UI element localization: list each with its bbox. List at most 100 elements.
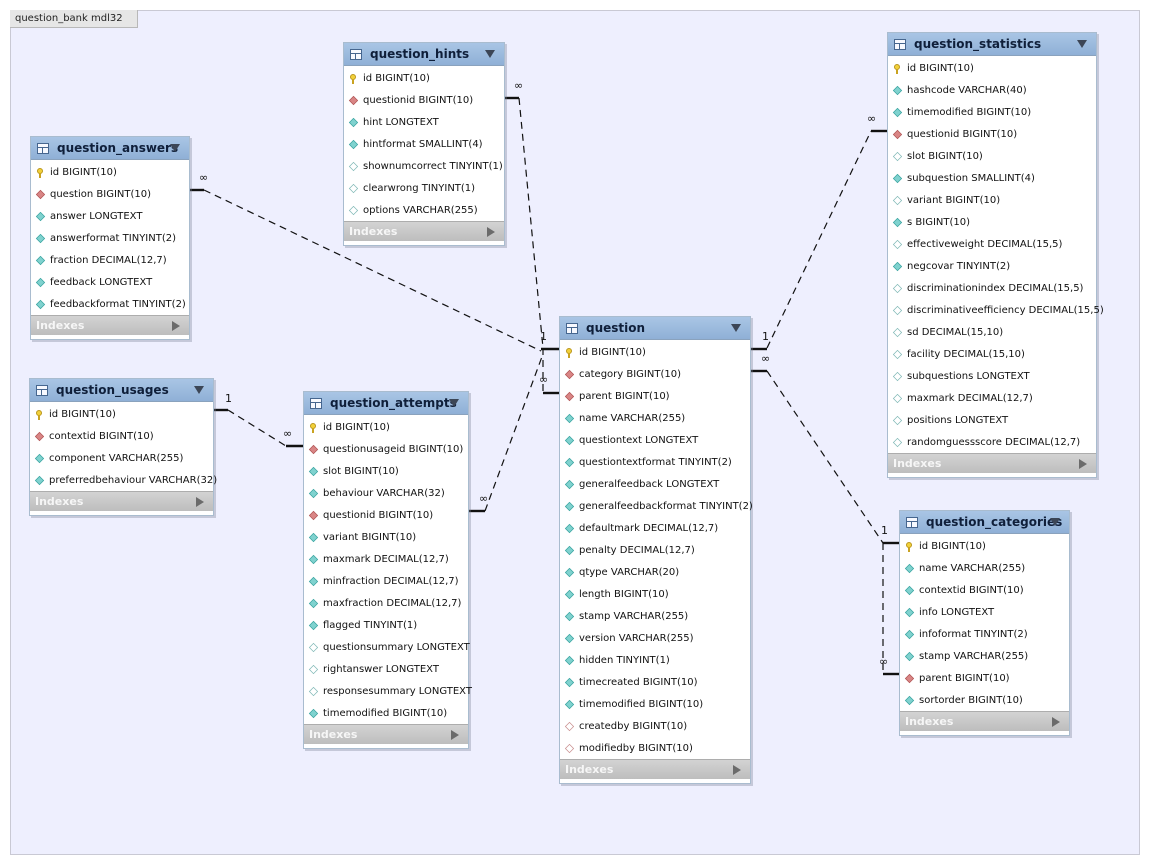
column-row[interactable]: slot BIGINT(10) (888, 145, 1096, 167)
column-row[interactable]: feedbackformat TINYINT(2) (31, 293, 189, 315)
expand-arrow-icon[interactable] (196, 497, 204, 507)
column-row[interactable]: name VARCHAR(255) (900, 557, 1069, 579)
column-row[interactable]: generalfeedbackformat TINYINT(2) (560, 495, 753, 517)
table-header[interactable]: question_statistics (888, 33, 1096, 56)
column-row[interactable]: flagged TINYINT(1) (304, 614, 468, 636)
collapse-arrow-icon[interactable] (170, 144, 180, 152)
table-header[interactable]: question_categories (900, 511, 1069, 534)
column-row[interactable]: id BIGINT(10) (344, 67, 504, 89)
column-row[interactable]: effectiveweight DECIMAL(15,5) (888, 233, 1096, 255)
column-row[interactable]: generalfeedback LONGTEXT (560, 473, 750, 495)
indexes-section[interactable]: Indexes (30, 491, 213, 511)
collapse-arrow-icon[interactable] (449, 399, 459, 407)
column-row[interactable]: responsesummary LONGTEXT (304, 680, 472, 702)
column-row[interactable]: id BIGINT(10) (304, 416, 468, 438)
column-row[interactable]: id BIGINT(10) (30, 403, 213, 425)
column-row[interactable]: question BIGINT(10) (31, 183, 189, 205)
column-row[interactable]: variant BIGINT(10) (304, 526, 468, 548)
indexes-section[interactable]: Indexes (31, 315, 189, 335)
expand-arrow-icon[interactable] (172, 321, 180, 331)
expand-arrow-icon[interactable] (451, 730, 459, 740)
column-row[interactable]: answerformat TINYINT(2) (31, 227, 189, 249)
column-row[interactable]: questionid BIGINT(10) (344, 89, 504, 111)
column-row[interactable]: options VARCHAR(255) (344, 199, 504, 221)
column-row[interactable]: stamp VARCHAR(255) (560, 605, 750, 627)
column-row[interactable]: behaviour VARCHAR(32) (304, 482, 468, 504)
table-header[interactable]: question_hints (344, 43, 504, 66)
column-row[interactable]: parent BIGINT(10) (900, 667, 1069, 689)
column-row[interactable]: infoformat TINYINT(2) (900, 623, 1069, 645)
column-row[interactable]: info LONGTEXT (900, 601, 1069, 623)
column-row[interactable]: contextid BIGINT(10) (30, 425, 213, 447)
table-question-hints[interactable]: question_hints id BIGINT(10) questionid B… (343, 42, 505, 246)
column-row[interactable]: parent BIGINT(10) (560, 385, 750, 407)
expand-arrow-icon[interactable] (733, 765, 741, 775)
indexes-section[interactable]: Indexes (560, 759, 750, 779)
column-row[interactable]: modifiedby BIGINT(10) (560, 737, 750, 759)
column-row[interactable]: answer LONGTEXT (31, 205, 189, 227)
collapse-arrow-icon[interactable] (731, 324, 741, 332)
column-row[interactable]: hidden TINYINT(1) (560, 649, 750, 671)
expand-arrow-icon[interactable] (1052, 717, 1060, 727)
collapse-arrow-icon[interactable] (1050, 518, 1060, 526)
column-row[interactable]: component VARCHAR(255) (30, 447, 213, 469)
column-row[interactable]: questionid BIGINT(10) (888, 123, 1096, 145)
column-row[interactable]: hintformat SMALLINT(4) (344, 133, 504, 155)
column-row[interactable]: maxfraction DECIMAL(12,7) (304, 592, 468, 614)
column-row[interactable]: discriminativeefficiency DECIMAL(15,5) (888, 299, 1104, 321)
table-question[interactable]: question id BIGINT(10) category BIGINT(10… (559, 316, 753, 784)
column-row[interactable]: variant BIGINT(10) (888, 189, 1096, 211)
indexes-section[interactable]: Indexes (888, 453, 1096, 473)
column-row[interactable]: preferredbehaviour VARCHAR(32) (30, 469, 217, 491)
column-row[interactable]: category BIGINT(10) (560, 363, 750, 385)
column-row[interactable]: sortorder BIGINT(10) (900, 689, 1069, 711)
column-row[interactable]: timecreated BIGINT(10) (560, 671, 750, 693)
indexes-section[interactable]: Indexes (900, 711, 1069, 731)
expand-arrow-icon[interactable] (487, 227, 495, 237)
collapse-arrow-icon[interactable] (194, 386, 204, 394)
column-row[interactable]: questionid BIGINT(10) (304, 504, 468, 526)
table-question-answers[interactable]: question_answers id BIGINT(10) question B… (30, 136, 190, 340)
column-row[interactable]: questiontext LONGTEXT (560, 429, 750, 451)
table-question-usages[interactable]: question_usages id BIGINT(10) contextid B… (29, 378, 217, 516)
expand-arrow-icon[interactable] (1079, 459, 1087, 469)
column-row[interactable]: facility DECIMAL(15,10) (888, 343, 1096, 365)
column-row[interactable]: maxmark DECIMAL(12,7) (888, 387, 1096, 409)
table-question-categories[interactable]: question_categories id BIGINT(10) name VA… (899, 510, 1070, 736)
column-row[interactable]: s BIGINT(10) (888, 211, 1096, 233)
column-row[interactable]: hashcode VARCHAR(40) (888, 79, 1096, 101)
column-row[interactable]: discriminationindex DECIMAL(15,5) (888, 277, 1096, 299)
column-row[interactable]: version VARCHAR(255) (560, 627, 750, 649)
collapse-arrow-icon[interactable] (485, 50, 495, 58)
column-row[interactable]: id BIGINT(10) (31, 161, 189, 183)
column-row[interactable]: timemodified BIGINT(10) (888, 101, 1096, 123)
column-row[interactable]: minfraction DECIMAL(12,7) (304, 570, 468, 592)
column-row[interactable]: defaultmark DECIMAL(12,7) (560, 517, 750, 539)
column-row[interactable]: shownumcorrect TINYINT(1) (344, 155, 504, 177)
column-row[interactable]: createdby BIGINT(10) (560, 715, 750, 737)
table-header[interactable]: question (560, 317, 750, 340)
column-row[interactable]: sd DECIMAL(15,10) (888, 321, 1096, 343)
table-question-statistics[interactable]: question_statistics id BIGINT(10) hashcod… (887, 32, 1104, 478)
diagram-tab[interactable]: question_bank mdl32 (10, 10, 138, 28)
column-row[interactable]: stamp VARCHAR(255) (900, 645, 1069, 667)
column-row[interactable]: hint LONGTEXT (344, 111, 504, 133)
column-row[interactable]: negcovar TINYINT(2) (888, 255, 1096, 277)
column-row[interactable]: positions LONGTEXT (888, 409, 1096, 431)
column-row[interactable]: qtype VARCHAR(20) (560, 561, 750, 583)
table-header[interactable]: question_usages (30, 379, 213, 402)
column-row[interactable]: id BIGINT(10) (888, 57, 1096, 79)
column-row[interactable]: subquestion SMALLINT(4) (888, 167, 1096, 189)
column-row[interactable]: id BIGINT(10) (900, 535, 1069, 557)
column-row[interactable]: randomguessscore DECIMAL(12,7) (888, 431, 1096, 453)
column-row[interactable]: maxmark DECIMAL(12,7) (304, 548, 468, 570)
column-row[interactable]: name VARCHAR(255) (560, 407, 750, 429)
column-row[interactable]: questionusageid BIGINT(10) (304, 438, 468, 460)
column-row[interactable]: timemodified BIGINT(10) (304, 702, 468, 724)
column-row[interactable]: rightanswer LONGTEXT (304, 658, 468, 680)
column-row[interactable]: questiontextformat TINYINT(2) (560, 451, 750, 473)
column-row[interactable]: length BIGINT(10) (560, 583, 750, 605)
table-header[interactable]: question_attempts (304, 392, 468, 415)
column-row[interactable]: penalty DECIMAL(12,7) (560, 539, 750, 561)
column-row[interactable]: subquestions LONGTEXT (888, 365, 1096, 387)
